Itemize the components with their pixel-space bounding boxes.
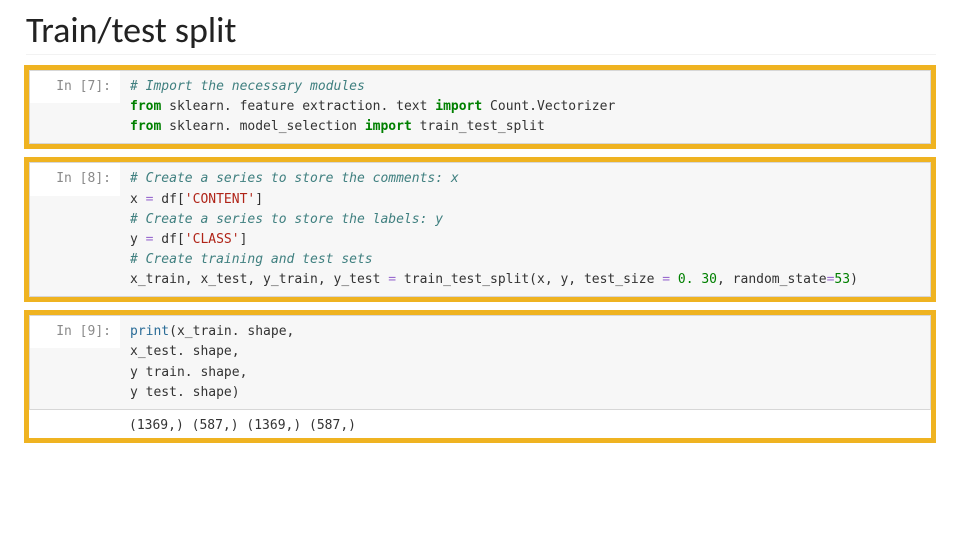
lhs: x_train, x_test, y_train, y_test (130, 272, 388, 287)
code-cell: In [7]: # Import the necessary modules f… (29, 70, 931, 144)
rhs-post: ] (240, 232, 248, 247)
comment: # Create a series to store the comments:… (130, 171, 459, 186)
equals: = (388, 272, 396, 287)
cell-prompt: In [7]: (30, 71, 120, 103)
cell-prompt: In [8]: (30, 163, 120, 195)
rhs-pre: df[ (153, 232, 184, 247)
number: 0. 30 (678, 272, 717, 287)
equals: = (662, 272, 670, 287)
slide: Train/test split In [7]: # Import the ne… (0, 0, 960, 540)
keyword-from: from (130, 119, 161, 134)
code-line: x_test. shape, (130, 344, 240, 359)
lhs: x (130, 192, 146, 207)
keyword-from: from (130, 99, 161, 114)
code-cell: In [9]: print(x_train. shape, x_test. sh… (29, 315, 931, 410)
rhs-post: ] (255, 192, 263, 207)
code-area[interactable]: # Create a series to store the comments:… (120, 163, 930, 296)
comment: # Import the necessary modules (130, 79, 365, 94)
cell-prompt: In [9]: (30, 316, 120, 348)
cell-frame-2: In [8]: # Create a series to store the c… (24, 157, 936, 302)
code-area[interactable]: print(x_train. shape, x_test. shape, y t… (120, 316, 930, 409)
code-cell: In [8]: # Create a series to store the c… (29, 162, 931, 297)
code-area[interactable]: # Import the necessary modules from skle… (120, 71, 930, 143)
comment: # Create training and test sets (130, 252, 373, 267)
output-gutter (29, 410, 119, 438)
code-line: y train. shape, (130, 365, 247, 380)
tail: ) (850, 272, 858, 287)
code-line: y test. shape) (130, 385, 240, 400)
rhs-pre: df[ (153, 192, 184, 207)
cell-frame-1: In [7]: # Import the necessary modules f… (24, 65, 936, 149)
output-text: (1369,) (587,) (1369,) (587,) (119, 410, 366, 438)
comment: # Create a series to store the labels: y (130, 212, 443, 227)
mid2: , random_state (717, 272, 827, 287)
cell-frame-3: In [9]: print(x_train. shape, x_test. sh… (24, 310, 936, 443)
page-title: Train/test split (26, 8, 936, 55)
keyword-import: import (435, 99, 482, 114)
mid: train_test_split(x, y, test_size (396, 272, 662, 287)
sp (670, 272, 678, 287)
import-names: Count.Vectorizer (482, 99, 615, 114)
number: 53 (834, 272, 850, 287)
keyword-import: import (365, 119, 412, 134)
cell-output: (1369,) (587,) (1369,) (587,) (29, 410, 931, 438)
module-name: sklearn. feature extraction. text (161, 99, 435, 114)
string: 'CONTENT' (185, 192, 255, 207)
builtin-print: print (130, 324, 169, 339)
lhs: y (130, 232, 146, 247)
string: 'CLASS' (185, 232, 240, 247)
call-after: (x_train. shape, (169, 324, 294, 339)
module-name: sklearn. model_selection (161, 119, 365, 134)
import-names: train_test_split (412, 119, 545, 134)
